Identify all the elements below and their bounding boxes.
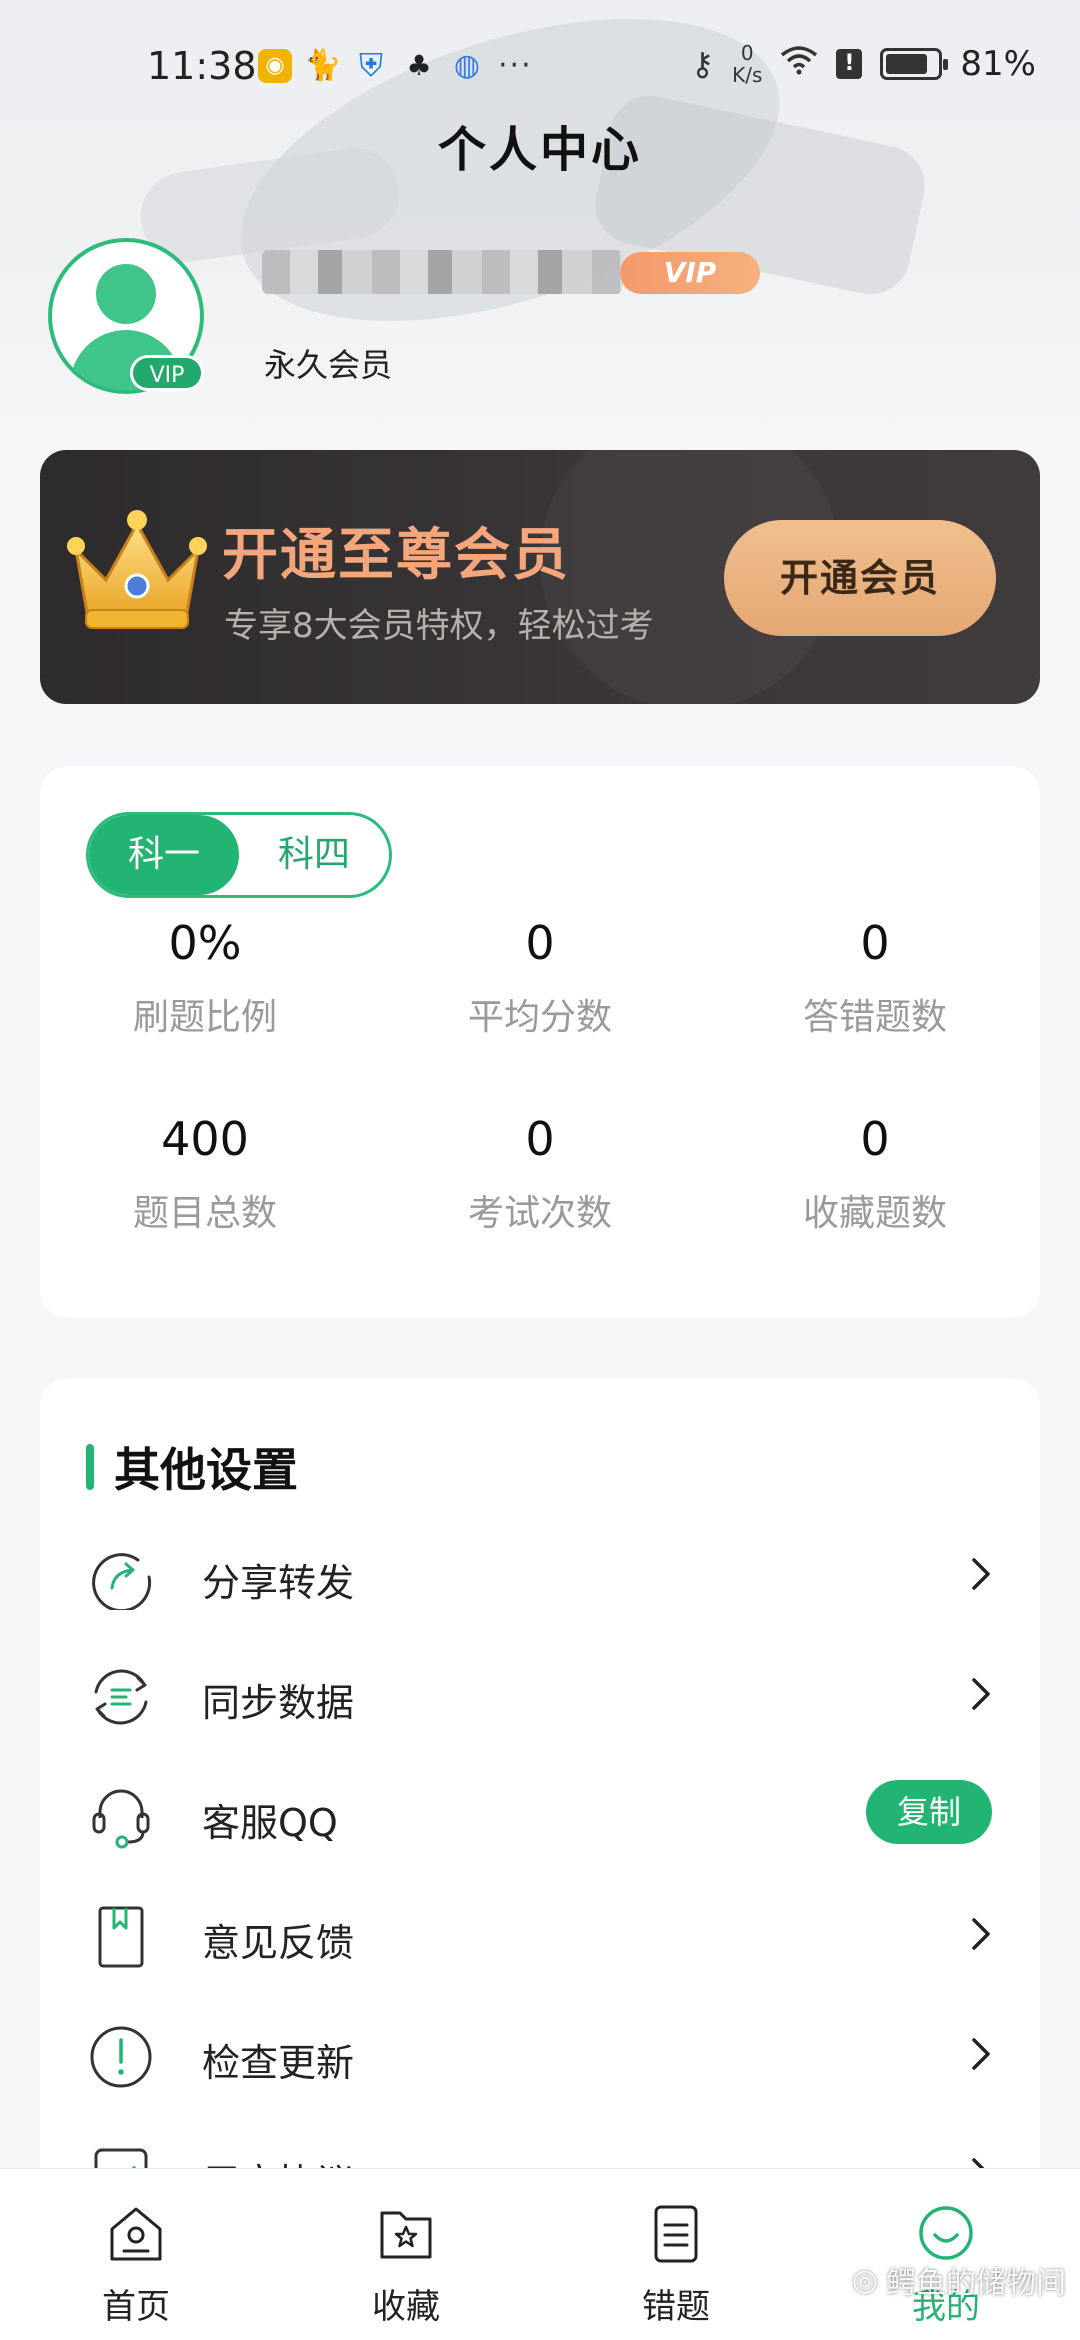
setting-label: 客服QQ	[202, 1801, 338, 1845]
stat-label: 考试次数	[467, 1193, 612, 1234]
sync-icon	[94, 1669, 148, 1725]
nav-home[interactable]: 首页	[56, 2203, 216, 2328]
stat-wrong-count[interactable]: 0 答错题数	[710, 916, 1040, 1040]
watermark: ◎ 鳄鱼的储物间	[852, 2258, 1066, 2302]
open-membership-button[interactable]: 开通会员	[724, 520, 996, 636]
cherry-icon: ♣	[406, 49, 432, 82]
more-dots-icon: ···	[498, 48, 533, 83]
settings-card: 其他设置 分享转发 同步数据 客服QQ 复制 意见反馈 检查更新	[40, 1378, 1040, 2258]
globe-icon: ◍	[453, 48, 481, 83]
stat-value: 0	[525, 1112, 555, 1166]
stat-practice-ratio: 0% 刷题比例	[40, 916, 370, 1040]
chevron-right-icon	[972, 2038, 990, 2070]
setting-label: 分享转发	[202, 1561, 355, 1605]
copy-qq-button[interactable]: 复制	[866, 1780, 992, 1844]
list-doc-icon	[654, 2205, 698, 2263]
stats-card: 科一 科四 0% 刷题比例 0 平均分数 0 答错题数 400 题目总数 0 考…	[40, 766, 1040, 1318]
nav-wrong-questions[interactable]: 错题	[596, 2203, 756, 2328]
avatar-vip-badge: VIP	[130, 355, 204, 391]
stat-total-questions: 400 题目总数	[40, 1112, 370, 1236]
setting-label: 意见反馈	[202, 1921, 355, 1965]
setting-label: 检查更新	[202, 2041, 355, 2085]
name-vip-badge: VIP	[620, 252, 760, 294]
nav-favorites[interactable]: 收藏	[326, 2203, 486, 2328]
weibo-icon: ◉	[258, 48, 292, 83]
network-speed-value: 0	[740, 41, 754, 65]
headset-icon	[92, 1789, 150, 1849]
stat-average-score: 0 平均分数	[375, 916, 705, 1040]
chevron-right-icon	[972, 1918, 990, 1950]
shield-icon: ⛨	[358, 46, 383, 84]
home-icon	[110, 2207, 162, 2261]
vip-banner-title: 开通至尊会员	[222, 523, 570, 588]
stat-value: 0	[860, 916, 890, 970]
bottom-nav: 首页 收藏 错题 我的	[0, 2168, 1080, 2340]
notification-icons: ◉ 🐈 ⛨ ♣ ◍ ···	[258, 46, 533, 84]
wifi-icon	[780, 45, 818, 83]
page-title: 个人中心	[437, 122, 642, 178]
cat-icon: 🐈	[304, 48, 342, 83]
stat-label: 答错题数	[802, 997, 947, 1038]
screen: { "status_bar": { "time": "11:38", "net_…	[0, 0, 1080, 2340]
system-status-icons: ⚷ 0 K/s ! 81%	[691, 42, 1036, 86]
share-icon	[92, 1553, 152, 1610]
section-accent-bar	[86, 1444, 94, 1490]
watermark-text: 鳄鱼的储物间	[886, 2266, 1066, 2301]
tab-subject-4[interactable]: 科四	[239, 815, 389, 895]
setting-row-check-update[interactable]: 检查更新	[40, 1994, 1040, 2114]
stat-label: 刷题比例	[132, 997, 277, 1038]
stat-label: 平均分数	[467, 997, 612, 1038]
bookmark-book-icon	[98, 1906, 144, 1968]
username-blurred	[262, 250, 622, 294]
stat-value: 0%	[168, 916, 242, 970]
network-speed: 0 K/s	[732, 42, 762, 86]
alert-icon: !	[836, 49, 863, 79]
status-time: 11:38	[147, 44, 257, 88]
tab-subject-1[interactable]: 科一	[89, 815, 239, 895]
subject-toggle: 科一 科四	[86, 812, 392, 898]
setting-label: 同步数据	[202, 1681, 355, 1725]
stat-value: 400	[161, 1112, 249, 1166]
vip-banner-subtitle: 专享8大会员特权，轻松过考	[224, 606, 654, 646]
settings-header: 其他设置	[86, 1434, 298, 1500]
exclamation-icon	[90, 2026, 152, 2088]
member-type: 永久会员	[264, 346, 393, 384]
settings-title: 其他设置	[114, 1443, 298, 1497]
battery-percent: 81%	[960, 44, 1036, 84]
stat-favorite-count[interactable]: 0 收藏题数	[710, 1112, 1040, 1236]
smile-icon	[919, 2206, 973, 2260]
setting-row-customer-service-qq: 客服QQ 复制	[40, 1754, 1040, 1874]
stat-label: 题目总数	[132, 1193, 277, 1234]
nav-label: 收藏	[372, 2287, 440, 2327]
battery-icon	[880, 48, 949, 80]
nav-label: 错题	[642, 2287, 710, 2327]
network-speed-unit: K/s	[732, 63, 763, 87]
stat-exam-count: 0 考试次数	[375, 1112, 705, 1236]
setting-row-feedback[interactable]: 意见反馈	[40, 1874, 1040, 1994]
vip-banner[interactable]: 开通至尊会员 专享8大会员特权，轻松过考 开通会员	[40, 450, 1040, 704]
setting-row-share[interactable]: 分享转发	[40, 1514, 1040, 1634]
setting-row-sync[interactable]: 同步数据	[40, 1634, 1040, 1754]
chevron-right-icon	[972, 1558, 990, 1590]
stat-value: 0	[525, 916, 555, 970]
nav-label: 首页	[102, 2287, 170, 2327]
crown-icon	[67, 510, 207, 629]
stat-label: 收藏题数	[802, 1193, 947, 1234]
battery-fill	[886, 54, 928, 74]
key-icon: ⚷	[690, 45, 715, 83]
star-folder-icon	[380, 2211, 432, 2259]
wechat-icon: ◎	[851, 2262, 878, 2298]
chevron-right-icon	[972, 1678, 990, 1710]
stat-value: 0	[860, 1112, 890, 1166]
